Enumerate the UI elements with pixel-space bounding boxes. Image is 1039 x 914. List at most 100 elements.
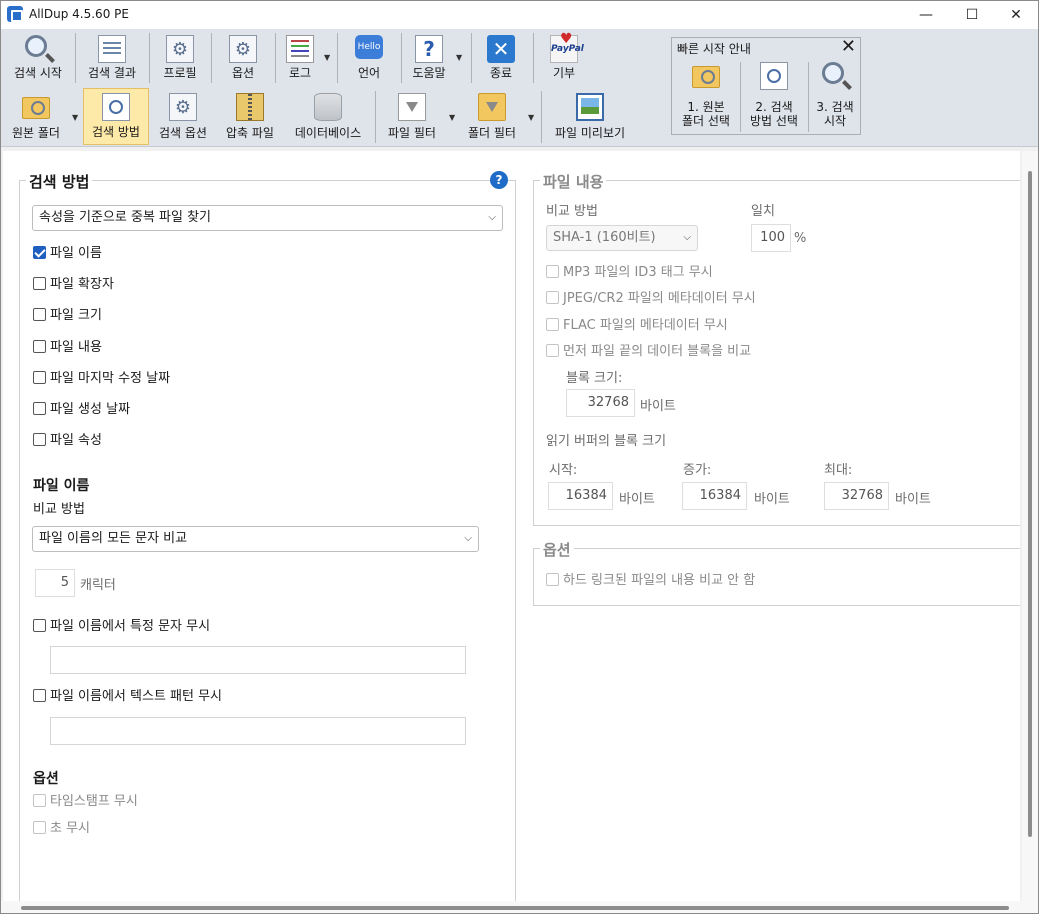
left-options-title: 옵션: [33, 771, 59, 787]
minimize-button-2[interactable]: —: [903, 1, 949, 29]
attribute-checkbox-row[interactable]: 파일 속성: [33, 432, 102, 450]
ignore-pattern-label: 파일 이름에서 텍스트 패턴 무시: [50, 689, 223, 704]
checkbox[interactable]: [33, 402, 46, 415]
buffer-increment-input[interactable]: 16384: [682, 482, 747, 510]
close-window-button[interactable]: ✕: [993, 1, 1038, 29]
ignore-timestamp-label: 타임스탬프 무시: [50, 794, 138, 809]
ignore-chars-checkbox[interactable]: 파일 이름에서 특정 문자 무시: [33, 618, 210, 636]
vertical-scroll-thumb[interactable]: [1028, 171, 1032, 837]
search-method-button[interactable]: 검색 방법: [83, 88, 149, 145]
attribute-checkbox-row[interactable]: 파일 이름: [33, 245, 102, 263]
app-icon: [7, 6, 23, 22]
search-setup-toolbar: 원본 폴더 ▼ 검색 방법 검색 옵션 압축 파일 데이터베이스 파일 필터 ▼…: [1, 87, 1038, 147]
jpeg-metadata-checkbox[interactable]: JPEG/CR2 파일의 메타데이터 무시: [546, 290, 756, 308]
options-button[interactable]: 옵션: [215, 31, 271, 85]
ignore-pattern-input[interactable]: [50, 717, 466, 745]
horizontal-scrollbar[interactable]: [1, 901, 1038, 913]
hardlink-checkbox[interactable]: 하드 링크된 파일의 내용 비교 안 함: [546, 572, 755, 590]
archive-files-button[interactable]: 압축 파일: [217, 89, 283, 145]
checkbox[interactable]: [33, 794, 46, 807]
file-filter-dropdown-arrow-icon[interactable]: ▼: [449, 113, 455, 122]
exit-button[interactable]: ✕ 종료: [475, 31, 527, 85]
checkbox[interactable]: [33, 371, 46, 384]
checkbox[interactable]: [546, 573, 559, 586]
search-results-button[interactable]: 검색 결과: [79, 31, 145, 85]
step3-line2: 시작: [823, 114, 847, 128]
checkbox[interactable]: [546, 265, 559, 278]
block-size-input[interactable]: 32768: [566, 389, 635, 417]
database-icon: [314, 93, 342, 121]
ignore-seconds-checkbox[interactable]: 초 무시: [33, 820, 90, 838]
log-dropdown-arrow-icon[interactable]: ▼: [324, 53, 330, 62]
donate-button[interactable]: PayPal 기부: [537, 26, 591, 85]
checkbox[interactable]: [33, 433, 46, 446]
checkbox[interactable]: [33, 619, 46, 632]
match-percent-input[interactable]: 100: [751, 224, 791, 252]
attribute-checkbox-row[interactable]: 파일 생성 날짜: [33, 401, 130, 419]
buffer-max-input[interactable]: 32768: [824, 482, 889, 510]
source-folder-button[interactable]: 원본 폴더: [3, 89, 69, 145]
checkbox[interactable]: [33, 308, 46, 321]
zip-archive-icon: [236, 93, 264, 121]
search-mode-select[interactable]: 속성을 기준으로 중복 파일 찾기 ⌵: [32, 205, 503, 231]
flac-metadata-checkbox[interactable]: FLAC 파일의 메타데이터 무시: [546, 317, 728, 335]
file-name-compare-method-select[interactable]: 파일 이름의 모든 문자 비교 ⌵: [32, 526, 479, 552]
database-button[interactable]: 데이터베이스: [285, 89, 371, 145]
profiles-button[interactable]: 프로필: [153, 31, 207, 85]
buffer-start-label: 시작:: [549, 463, 578, 478]
start-search-button[interactable]: 검색 시작: [5, 31, 71, 85]
file-filter-icon: [398, 93, 426, 121]
checkbox[interactable]: [546, 291, 559, 304]
hash-method-select[interactable]: SHA-1 (160비트) ⌵: [546, 225, 698, 251]
checkbox[interactable]: [33, 689, 46, 702]
checkbox[interactable]: [546, 318, 559, 331]
buffer-increment-unit: 바이트: [754, 492, 790, 507]
horizontal-scroll-thumb[interactable]: [21, 906, 1009, 910]
folder-filter-dropdown-arrow-icon[interactable]: ▼: [528, 113, 534, 122]
content-area: 검색 방법 ? 속성을 기준으로 중복 파일 찾기 ⌵ 파일 이름 비교 방법 …: [3, 151, 1020, 901]
ignore-chars-input[interactable]: [50, 646, 466, 674]
file-preview-button[interactable]: 파일 미리보기: [545, 89, 635, 145]
toolbar-divider: [149, 33, 150, 83]
checkbox[interactable]: [33, 277, 46, 290]
quick-start-close-icon[interactable]: ✕: [841, 36, 856, 57]
language-button[interactable]: Hello 언어: [341, 31, 397, 85]
attribute-checkbox-row[interactable]: 파일 크기: [33, 307, 102, 325]
main-toolbar: 검색 시작 검색 결과 프로필 옵션 로그 ▼ Hello 언어 ?: [1, 26, 1038, 87]
buffer-start-input[interactable]: 16384: [548, 482, 613, 510]
ignore-seconds-label: 초 무시: [50, 821, 91, 836]
quick-start-step3-button[interactable]: 3. 검색 시작: [810, 60, 860, 134]
help-dropdown-arrow-icon[interactable]: ▼: [456, 53, 462, 62]
checkbox[interactable]: [33, 821, 46, 834]
step1-line2: 폴더 선택: [682, 114, 730, 128]
char-count-input[interactable]: 5: [35, 569, 75, 597]
help-button[interactable]: ? 도움말: [405, 31, 453, 85]
attribute-label: 파일 생성 날짜: [50, 402, 131, 417]
attribute-checkbox-row[interactable]: 파일 마지막 수정 날짜: [33, 370, 170, 388]
log-button[interactable]: 로그: [279, 31, 321, 85]
folder-magnifier-icon: [22, 97, 50, 119]
checkbox[interactable]: [33, 340, 46, 353]
ignore-timestamp-checkbox[interactable]: 타임스탬프 무시: [33, 793, 138, 811]
help-icon[interactable]: ?: [490, 171, 508, 189]
attribute-label: 파일 마지막 수정 날짜: [50, 371, 171, 386]
mp3-id3-label: MP3 파일의 ID3 태그 무시: [563, 265, 713, 280]
quick-start-step2-button[interactable]: 2. 검색 방법 선택: [742, 60, 806, 134]
maximize-button[interactable]: ☐: [949, 1, 995, 29]
quick-start-step1-button[interactable]: 1. 원본 폴더 선택: [674, 60, 738, 134]
mp3-id3-checkbox[interactable]: MP3 파일의 ID3 태그 무시: [546, 264, 713, 282]
search-options-button[interactable]: 검색 옵션: [151, 89, 215, 145]
file-filter-button[interactable]: 파일 필터: [379, 89, 445, 145]
attribute-checkbox-row[interactable]: 파일 내용: [33, 339, 102, 357]
tail-block-checkbox[interactable]: 먼저 파일 끝의 데이터 블록을 비교: [546, 343, 751, 361]
attribute-checkbox-row[interactable]: 파일 확장자: [33, 276, 114, 294]
source-folder-dropdown-arrow-icon[interactable]: ▼: [72, 113, 78, 122]
block-size-unit: 바이트: [640, 399, 676, 414]
folder-filter-icon: [478, 93, 506, 121]
checkbox[interactable]: [546, 344, 559, 357]
ignore-pattern-checkbox[interactable]: 파일 이름에서 텍스트 패턴 무시: [33, 688, 222, 706]
folder-filter-button[interactable]: 폴더 필터: [459, 89, 525, 145]
vertical-scrollbar[interactable]: [1022, 151, 1038, 901]
checkbox-checked[interactable]: [33, 246, 46, 259]
read-buffer-label: 읽기 버퍼의 블록 크기: [546, 434, 667, 449]
